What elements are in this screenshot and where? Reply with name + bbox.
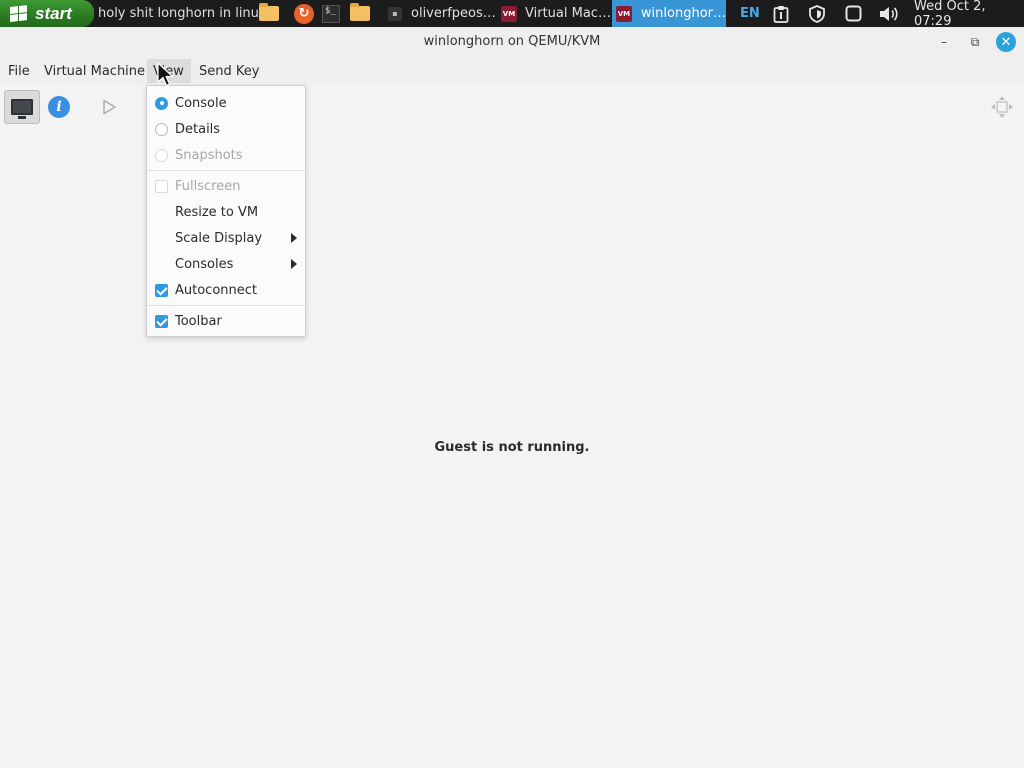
radio-icon <box>155 122 168 136</box>
checkbox-checked-icon <box>155 314 168 328</box>
view-menu-snapshots: Snapshots <box>147 142 305 168</box>
checkbox-checked-icon <box>155 283 168 297</box>
show-details-button[interactable]: i <box>48 96 70 118</box>
checkbox-disabled-icon <box>155 179 168 193</box>
volume-icon[interactable] <box>878 0 900 27</box>
task-virtual-machine-manager[interactable]: Virtual Mac… <box>525 0 611 27</box>
keyboard-layout-indicator[interactable]: EN <box>740 0 760 27</box>
mouse-cursor-icon <box>157 62 174 87</box>
view-menu-console[interactable]: Console <box>147 90 305 116</box>
submenu-arrow-icon <box>291 233 297 243</box>
window-title: winlonghorn on QEMU/KVM <box>423 34 601 49</box>
view-menu-toolbar[interactable]: Toolbar <box>147 308 305 334</box>
menu-send-key[interactable]: Send Key <box>193 59 265 83</box>
run-button[interactable] <box>100 98 118 116</box>
task-oliverfpeos[interactable]: oliverfpeos… <box>411 0 496 27</box>
start-button[interactable]: start <box>0 0 94 27</box>
submenu-arrow-icon <box>291 259 297 269</box>
play-icon <box>103 99 116 115</box>
monitor-icon <box>11 99 33 119</box>
minimize-button[interactable]: – <box>934 32 954 52</box>
firefox-launcher-icon[interactable]: ↻ <box>293 0 315 27</box>
menu-separator <box>147 170 305 171</box>
terminal-task-icon: ▪ <box>386 0 404 27</box>
virt-manager-icon: VM <box>616 5 632 22</box>
clipboard-icon[interactable] <box>771 0 791 27</box>
radio-disabled-icon <box>155 148 168 162</box>
view-menu-scale-display[interactable]: Scale Display <box>147 225 305 251</box>
view-menu-fullscreen: Fullscreen <box>147 173 305 199</box>
view-menu-details[interactable]: Details <box>147 116 305 142</box>
close-button[interactable]: ✕ <box>996 32 1016 52</box>
guest-status-message: Guest is not running. <box>434 440 590 455</box>
view-menu: Console Details Snapshots Fullscreen Res… <box>146 85 306 337</box>
menu-bar: File Virtual Machine View Send Key <box>0 57 1024 85</box>
folder-launcher-icon[interactable] <box>258 0 280 27</box>
info-icon: i <box>56 99 62 115</box>
view-menu-autoconnect[interactable]: Autoconnect <box>147 277 305 303</box>
task-winlonghorn-label: winlonghor… <box>640 6 726 21</box>
terminal-launcher-icon[interactable]: $_ <box>320 0 342 27</box>
menu-separator <box>147 305 305 306</box>
window-titlebar: winlonghorn on QEMU/KVM – ⧉ ✕ <box>0 27 1024 57</box>
files-launcher-icon[interactable] <box>348 0 372 27</box>
fullscreen-button[interactable] <box>990 95 1014 119</box>
view-menu-resize-to-vm[interactable]: Resize to VM <box>147 199 305 225</box>
clock[interactable]: Wed Oct 2, 07:29 <box>914 0 1024 29</box>
view-menu-consoles[interactable]: Consoles <box>147 251 305 277</box>
radio-selected-icon <box>155 96 168 110</box>
virt-manager-task-icon: VM <box>500 0 518 27</box>
menu-virtual-machine[interactable]: Virtual Machine <box>38 59 151 83</box>
task-winlonghorn[interactable]: VM winlonghor… <box>612 0 726 27</box>
fullscreen-icon <box>991 96 1013 118</box>
taskbar: start holy shit longhorn in linux ↻ $_ ▪… <box>0 0 1024 29</box>
shield-icon[interactable] <box>807 0 827 27</box>
start-label: start <box>35 3 72 23</box>
notifications-icon[interactable] <box>843 0 863 27</box>
menu-file[interactable]: File <box>2 59 36 83</box>
task-holy-shit-longhorn[interactable]: holy shit longhorn in linux <box>98 0 267 27</box>
show-console-button[interactable] <box>4 90 40 124</box>
maximize-button[interactable]: ⧉ <box>965 32 985 52</box>
windows-logo-icon <box>10 5 28 22</box>
